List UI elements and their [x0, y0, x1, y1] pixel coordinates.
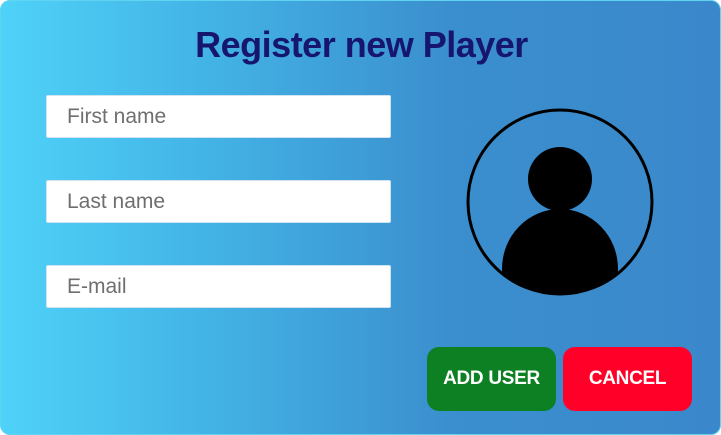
dialog-title: Register new Player [195, 24, 528, 65]
first-name-input[interactable] [46, 95, 391, 138]
add-user-button[interactable]: ADD USER [427, 347, 556, 411]
email-input[interactable] [46, 265, 391, 308]
cancel-button[interactable]: CANCEL [563, 347, 692, 411]
last-name-input[interactable] [46, 180, 391, 223]
user-avatar-icon [466, 108, 654, 296]
register-player-dialog: Register new Player ADD USER CANCEL [0, 0, 721, 435]
